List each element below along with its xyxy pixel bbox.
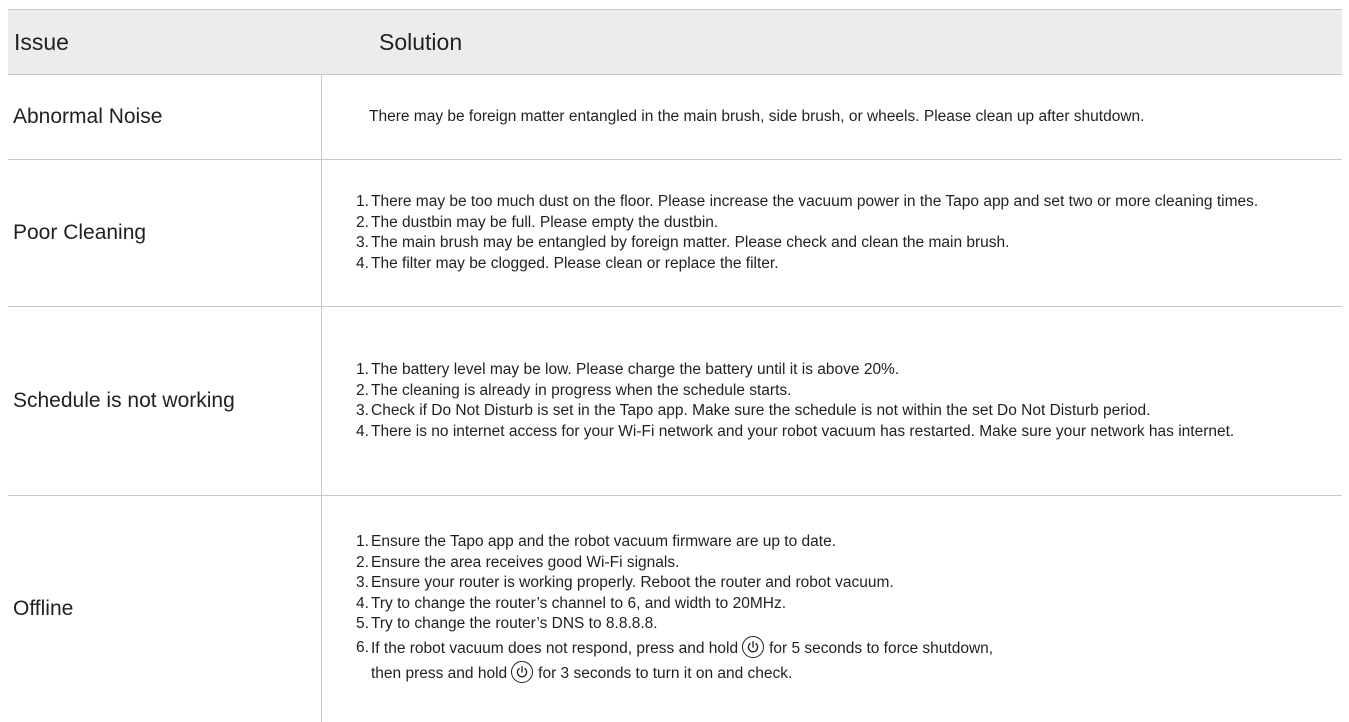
solution-cell: 1. There may be too much dust on the floo…	[322, 160, 1342, 306]
list-number: 1.	[356, 193, 369, 210]
power-button-icon	[511, 660, 534, 683]
list-text: Ensure the area receives good Wi-Fi sign…	[371, 553, 680, 571]
power-button-icon	[742, 635, 765, 658]
list-item-power: 6. If the robot vacuum does not respond,…	[322, 635, 1342, 686]
list-number: 4.	[356, 422, 369, 440]
list-text: There may be too much dust on the floor.…	[371, 193, 1259, 210]
list-text: If the robot vacuum does not respond, pr…	[371, 639, 739, 657]
list-item: 2. Ensure the area receives good Wi-Fi si…	[322, 553, 1342, 574]
list-text: Check if Do Not Disturb is set in the Ta…	[371, 402, 1151, 419]
list-text: The dustbin may be full. Please empty th…	[371, 213, 719, 231]
list-item: 4. Try to change the router’s channel to …	[322, 594, 1342, 615]
list-text: Try to change the router’s channel to 6,…	[371, 594, 787, 612]
list-number: 3.	[356, 234, 369, 251]
solution-list: 1. The battery level may be low. Please c…	[322, 360, 1342, 442]
solution-text: There may be foreign matter entangled in…	[369, 107, 1145, 125]
issue-cell: Abnormal Noise	[8, 75, 322, 159]
list-item: 2. The dustbin may be full. Please empty …	[322, 213, 1342, 234]
list-number: 3.	[356, 402, 369, 419]
table-row: Schedule is not working 1. The battery le…	[8, 307, 1342, 496]
issue-cell: Offline	[8, 496, 322, 722]
list-text: for 3 seconds to turn it on and check.	[538, 664, 793, 682]
issue-cell: Schedule is not working	[8, 307, 322, 495]
list-text: The main brush may be entangled by forei…	[371, 234, 1010, 251]
list-text: There is no internet access for your Wi-…	[371, 422, 1235, 440]
list-text: The battery level may be low. Please cha…	[371, 361, 900, 378]
list-text: then press and hold	[371, 664, 508, 682]
list-number: 1.	[356, 361, 369, 378]
list-number: 3.	[356, 574, 369, 592]
solution-cell: 1. Ensure the Tapo app and the robot vacu…	[322, 496, 1342, 722]
table-header: Issue Solution	[8, 9, 1342, 75]
solution-list: 1. There may be too much dust on the floo…	[322, 192, 1342, 274]
header-solution: Solution	[379, 28, 463, 55]
list-text: Try to change the router’s DNS to 8.8.8.…	[371, 615, 658, 633]
list-number: 2.	[356, 213, 369, 231]
list-item: 3. Check if Do Not Disturb is set in the …	[322, 401, 1342, 422]
solution-cell: There may be foreign matter entangled in…	[322, 75, 1342, 159]
list-text: The filter may be clogged. Please clean …	[371, 254, 779, 272]
list-item: 1. There may be too much dust on the floo…	[322, 192, 1342, 213]
list-number: 4.	[356, 594, 369, 612]
troubleshooting-table: Issue Solution Abnormal Noise There may …	[8, 9, 1342, 722]
list-number: 1.	[356, 533, 369, 551]
list-item: 1. Ensure the Tapo app and the robot vacu…	[322, 532, 1342, 553]
list-item: 2. The cleaning is already in progress wh…	[322, 381, 1342, 402]
list-item: 1. The battery level may be low. Please c…	[322, 360, 1342, 381]
list-number: 2.	[356, 381, 369, 399]
list-item: 3. Ensure your router is working properly…	[322, 573, 1342, 594]
table-row: Poor Cleaning 1. There may be too much du…	[8, 160, 1342, 307]
table-row: Abnormal Noise There may be foreign matt…	[8, 75, 1342, 160]
list-number: 6.	[356, 638, 369, 656]
issue-cell: Poor Cleaning	[8, 160, 322, 306]
solution-list: 1. Ensure the Tapo app and the robot vacu…	[322, 532, 1342, 686]
list-text: for 5 seconds to force shutdown,	[769, 639, 994, 657]
header-issue: Issue	[14, 28, 69, 55]
list-text: The cleaning is already in progress when…	[371, 381, 792, 399]
list-item: 3. The main brush may be entangled by for…	[322, 233, 1342, 254]
solution-cell: 1. The battery level may be low. Please c…	[322, 307, 1342, 495]
list-item: 5. Try to change the router’s DNS to 8.8.…	[322, 614, 1342, 635]
list-item: 4. The filter may be clogged. Please clea…	[322, 254, 1342, 275]
list-text: Ensure your router is working properly. …	[371, 574, 894, 592]
table-row: Offline 1. Ensure the Tapo app and the ro…	[8, 496, 1342, 722]
list-number: 2.	[356, 553, 369, 571]
list-text: Ensure the Tapo app and the robot vacuum…	[371, 533, 836, 551]
list-number: 4.	[356, 254, 369, 272]
list-number: 5.	[356, 615, 369, 633]
list-item: 4. There is no internet access for your W…	[322, 422, 1342, 443]
